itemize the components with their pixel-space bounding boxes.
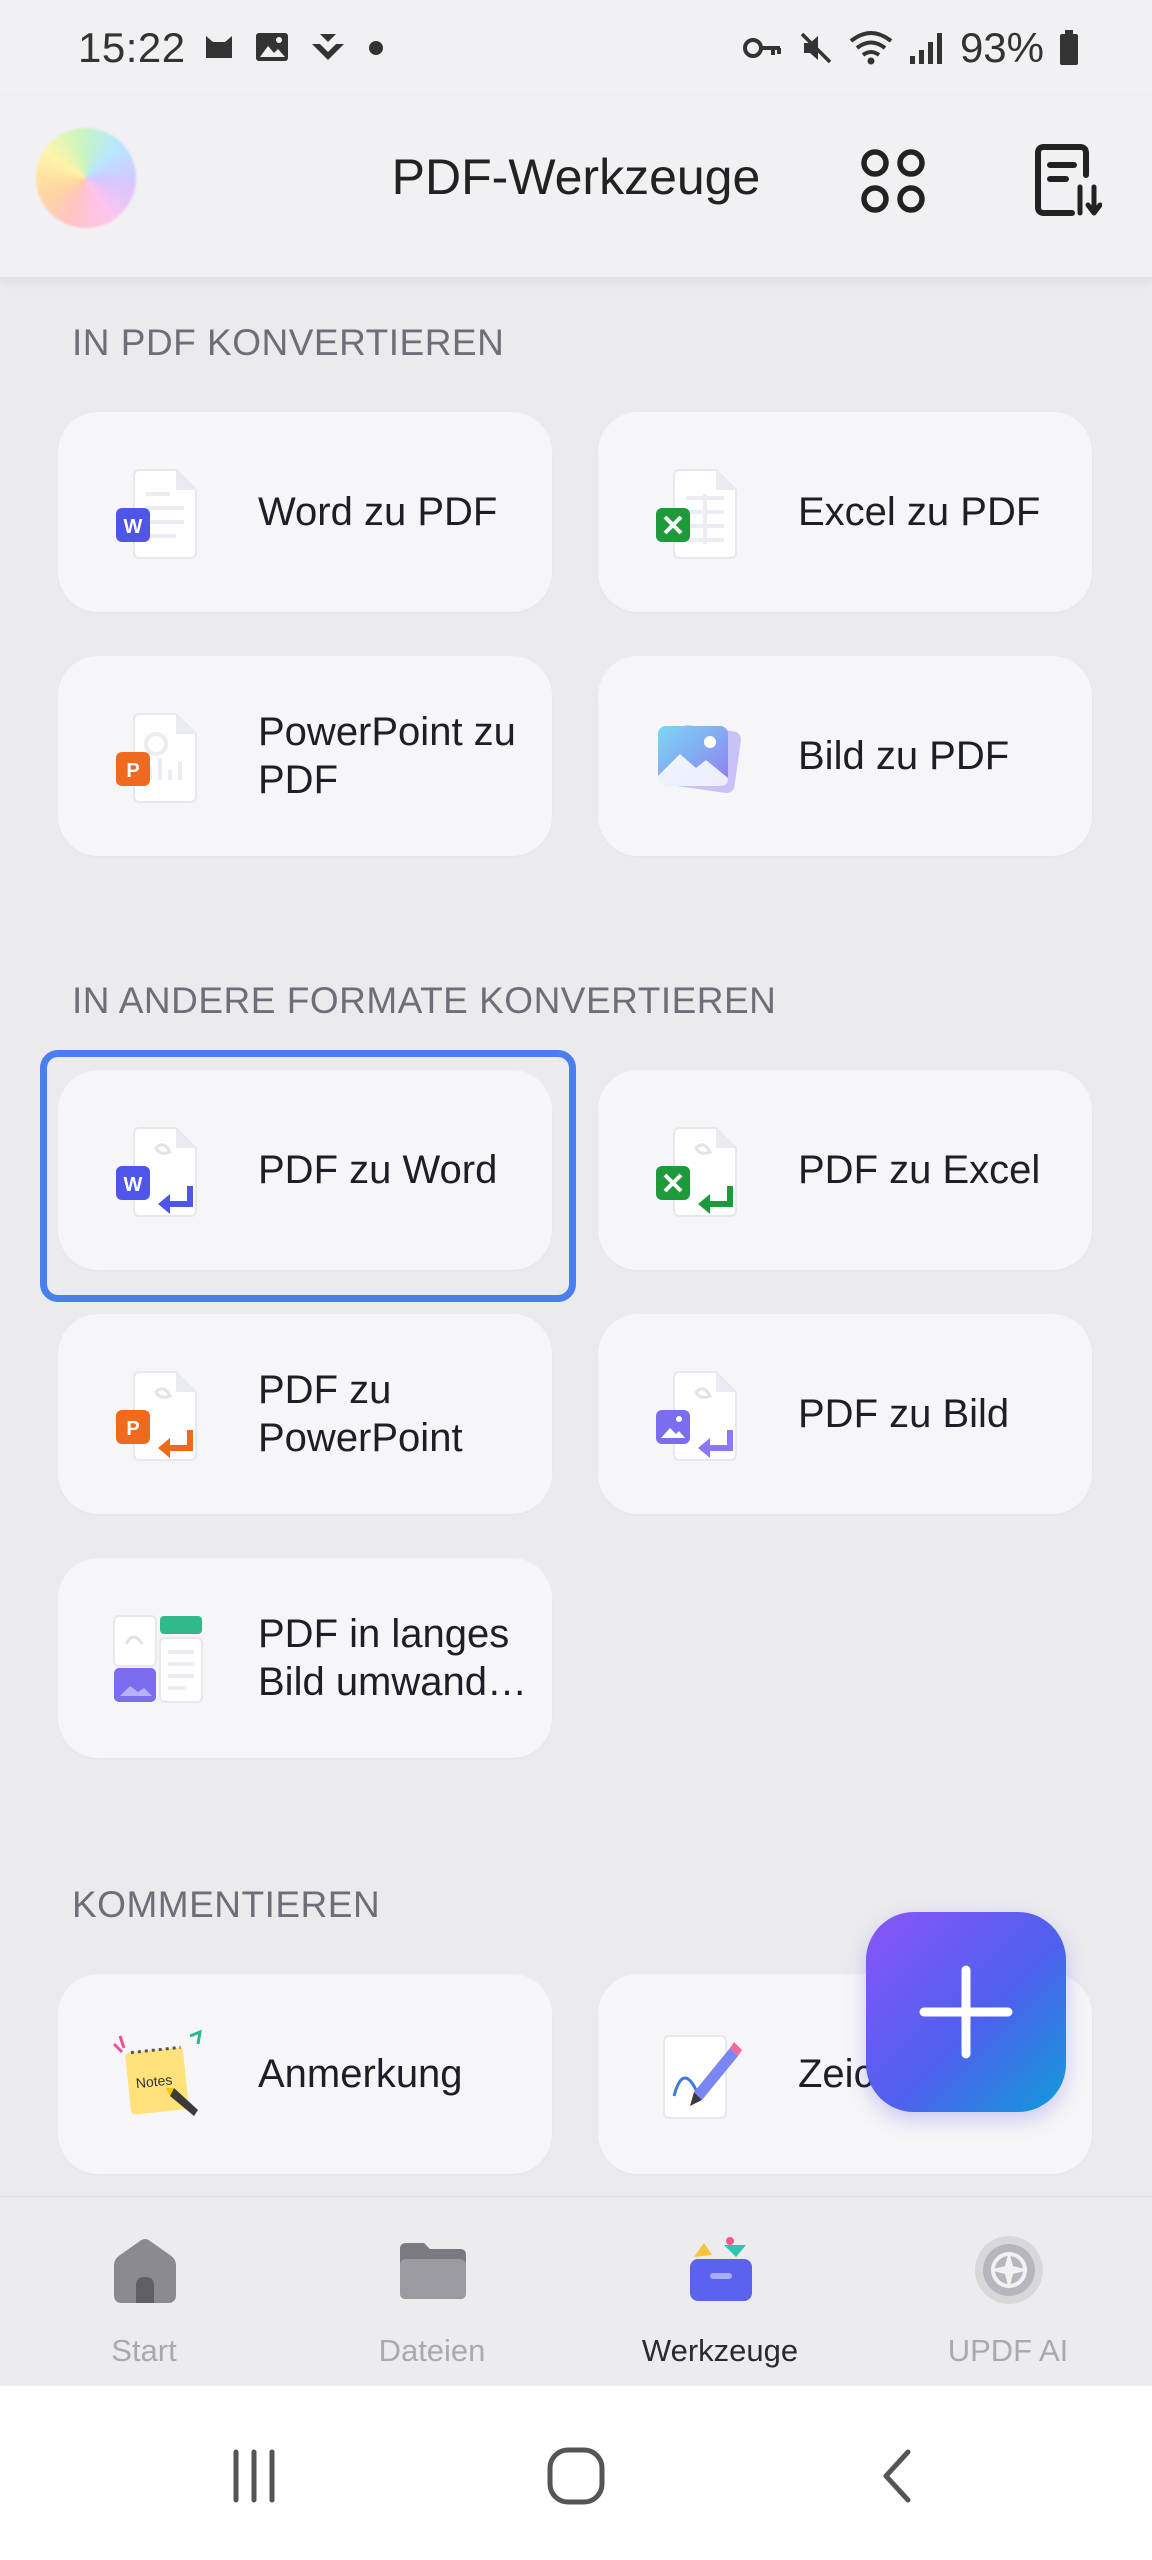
system-navigation-bar	[0, 2386, 1152, 2560]
mute-icon	[800, 32, 832, 64]
tool-label: PowerPoint zu PDF	[258, 710, 516, 802]
vpn-key-icon	[742, 38, 781, 58]
nav-item-updf-ai[interactable]: UPDF AI	[864, 2197, 1152, 2387]
svg-text:P: P	[126, 1418, 139, 1440]
tool-pdf-to-excel[interactable]: PDF zu Excel	[598, 1070, 1092, 1270]
home-icon	[114, 2239, 176, 2303]
wifi-icon	[849, 31, 893, 65]
signature-pen-icon	[663, 2035, 742, 2119]
tool-label: Bild zu PDF	[798, 734, 1010, 778]
svg-text:P: P	[126, 760, 139, 782]
sticky-note-icon: Notes	[112, 2029, 202, 2116]
home-circle-icon	[547, 2447, 605, 2505]
home-button[interactable]	[526, 2436, 626, 2516]
pdf-to-excel-icon	[656, 1127, 737, 1217]
pdf-to-image-icon	[656, 1371, 737, 1461]
sort-document-button[interactable]	[1022, 136, 1112, 226]
tool-word-to-pdf[interactable]: W Word zu PDF	[58, 412, 552, 612]
battery-icon	[1060, 30, 1078, 65]
page-title: PDF-Werkzeuge	[391, 149, 761, 205]
section-title-comment: KOMMENTIEREN	[72, 1884, 381, 1925]
tool-annotation[interactable]: Notes Anmerkung	[58, 1974, 552, 2174]
document-sort-icon	[1035, 144, 1102, 216]
nav-label: Werkzeuge	[641, 2333, 799, 2368]
cat-notification-icon	[206, 36, 232, 58]
powerpoint-doc-icon: P	[116, 713, 197, 803]
nav-item-files[interactable]: Dateien	[288, 2197, 576, 2387]
nav-item-tools[interactable]: Werkzeuge	[576, 2197, 864, 2387]
pdf-to-word-icon: W	[116, 1127, 197, 1217]
section-title-to-pdf: IN PDF KONVERTIEREN	[72, 322, 505, 363]
nav-label: UPDF AI	[947, 2333, 1069, 2368]
tool-excel-to-pdf[interactable]: Excel zu PDF	[598, 412, 1092, 612]
tool-pdf-to-powerpoint[interactable]: P PDF zu PowerPoint	[58, 1314, 552, 1514]
tool-pdf-to-long-image[interactable]: PDF in langes Bild umwand…	[58, 1558, 552, 1758]
nav-item-start[interactable]: Start	[0, 2197, 288, 2387]
back-chevron-icon	[883, 2449, 911, 2503]
dot-notification-icon	[369, 41, 383, 55]
toolbox-icon	[690, 2237, 752, 2301]
svg-text:W: W	[124, 1174, 143, 1196]
section-title-from-pdf: IN ANDERE FORMATE KONVERTIEREN	[72, 980, 777, 1021]
tool-label: PDF zu Bild	[798, 1392, 1010, 1436]
tool-pdf-to-image[interactable]: PDF zu Bild	[598, 1314, 1092, 1514]
excel-doc-icon	[656, 469, 737, 559]
nav-label: Dateien	[378, 2333, 486, 2368]
tool-label: Anmerkung	[258, 2052, 463, 2096]
nav-label: Start	[111, 2333, 177, 2368]
tool-image-to-pdf[interactable]: Bild zu PDF	[598, 656, 1092, 856]
back-button[interactable]	[848, 2436, 948, 2516]
status-time: 15:22	[78, 24, 186, 71]
notification-icons	[202, 30, 386, 64]
tool-label: PDF zu Word	[258, 1148, 498, 1192]
bottom-navigation: Start Dateien Werkzeuge UPDF AI	[0, 2196, 1152, 2386]
battery-percent: 93%	[959, 24, 1044, 71]
tools-content[interactable]: IN PDF KONVERTIEREN W Word zu PDF Excel …	[0, 278, 1152, 2196]
tool-label: PDF zu Excel	[798, 1148, 1041, 1192]
image-notification-icon	[256, 33, 288, 61]
ai-icon	[975, 2236, 1043, 2304]
pdf-to-powerpoint-icon: P	[116, 1371, 197, 1461]
tool-label: PDF in langes Bild umwand…	[258, 1612, 528, 1704]
signal-icon	[909, 33, 942, 64]
folder-icon	[400, 2243, 466, 2299]
add-button[interactable]	[866, 1912, 1066, 2112]
app-notification-icon	[312, 34, 344, 60]
plus-icon	[919, 1965, 1013, 2059]
image-stack-icon	[658, 725, 741, 793]
tool-powerpoint-to-pdf[interactable]: P PowerPoint zu PDF	[58, 656, 552, 856]
grid-view-button[interactable]	[848, 136, 938, 226]
tool-label: Word zu PDF	[258, 490, 498, 534]
long-image-icon	[113, 1615, 203, 1703]
tool-label: PDF zu PowerPoint	[258, 1368, 463, 1460]
status-bar: 15:22 93%	[0, 0, 1152, 96]
app-bar: PDF-Werkzeuge	[0, 96, 1152, 278]
status-right: 93%	[742, 24, 1080, 72]
tool-pdf-to-word[interactable]: W PDF zu Word	[58, 1070, 552, 1270]
svg-text:W: W	[124, 516, 143, 538]
tool-label: Excel zu PDF	[798, 490, 1041, 534]
grid-circles-icon	[861, 149, 925, 213]
word-doc-icon: W	[116, 469, 197, 559]
recent-apps-button[interactable]	[204, 2436, 304, 2516]
recent-apps-icon	[233, 2449, 275, 2503]
